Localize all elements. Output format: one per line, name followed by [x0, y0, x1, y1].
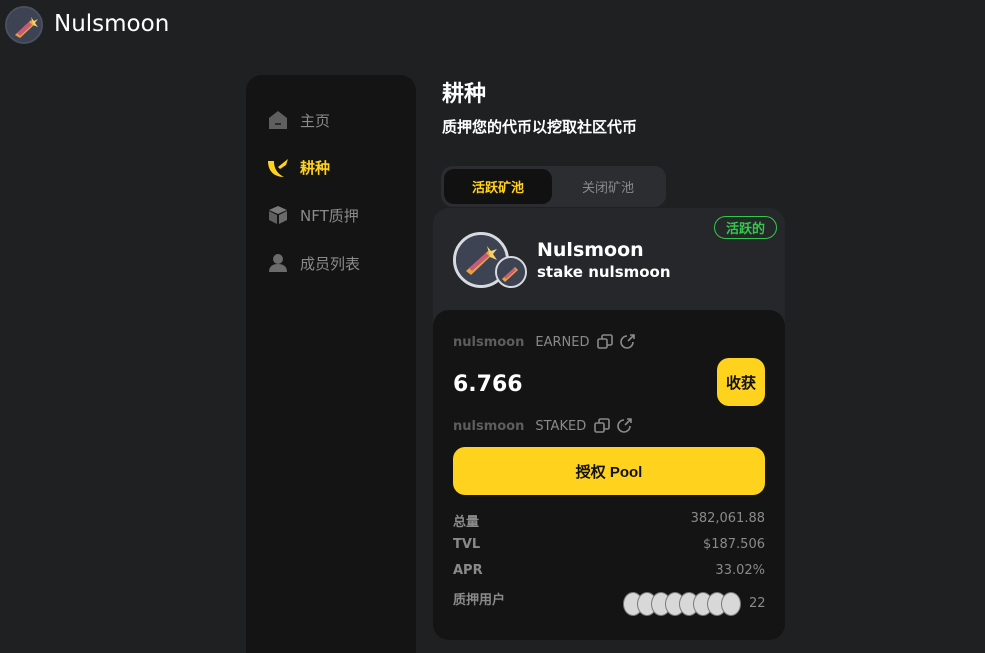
- stakers-count: 22: [749, 596, 766, 611]
- earned-row: nulsmoon EARNED: [453, 334, 641, 350]
- staker-avatar: [721, 592, 741, 616]
- sidebar-item-label: NFT质押: [300, 206, 359, 225]
- sidebar-item-home[interactable]: 主页: [266, 106, 330, 134]
- approve-pool-button[interactable]: 授权 Pool: [453, 447, 765, 495]
- status-badge: 活跃的: [713, 216, 777, 239]
- pool-description: stake nulsmoon: [537, 263, 671, 281]
- sidebar: 主页 耕种 NFT质押 成员列表: [246, 75, 416, 653]
- farm-icon: [266, 155, 290, 179]
- harvest-button[interactable]: 收获: [717, 358, 765, 406]
- member-icon: [266, 251, 290, 275]
- app-title: Nulsmoon: [54, 11, 170, 37]
- earned-token: nulsmoon: [453, 334, 525, 350]
- earned-label: EARNED: [535, 334, 590, 350]
- token-avatar: [495, 256, 527, 288]
- copy-icon[interactable]: [597, 334, 614, 350]
- sidebar-item-label: 成员列表: [300, 254, 361, 273]
- stat-tvl-label: TVL: [453, 537, 481, 552]
- staked-label: STAKED: [535, 418, 587, 434]
- page-title: 耕种: [442, 82, 487, 107]
- nft-box-icon: [266, 203, 290, 227]
- sidebar-item-farm[interactable]: 耕种: [266, 153, 330, 181]
- earned-value: 6.766: [453, 372, 523, 397]
- pool-details-panel: nulsmoon EARNED 6.766 收获 nulsmoon STAKED…: [433, 310, 785, 640]
- staked-token: nulsmoon: [453, 418, 525, 434]
- stat-total-label: 总量: [453, 515, 480, 530]
- nulsmoon-logo-icon[interactable]: [5, 6, 43, 44]
- stakers-label: 质押用户: [453, 593, 506, 608]
- pool-name: Nulsmoon: [537, 239, 644, 261]
- stat-apr-value: 33.02%: [715, 563, 765, 578]
- sidebar-item-members[interactable]: 成员列表: [266, 249, 360, 277]
- external-link-icon[interactable]: [616, 418, 633, 434]
- stat-tvl-value: $187.506: [702, 537, 765, 552]
- stakers-avatars[interactable]: 22: [623, 592, 766, 618]
- pool-tabs: 活跃矿池 关闭矿池: [441, 166, 666, 207]
- tab-closed-pools[interactable]: 关闭矿池: [554, 169, 662, 204]
- tab-active-pools[interactable]: 活跃矿池: [444, 169, 552, 204]
- home-icon: [266, 108, 290, 132]
- sidebar-item-label: 耕种: [300, 158, 331, 177]
- top-bar: Nulsmoon: [0, 0, 985, 52]
- external-link-icon[interactable]: [619, 334, 636, 350]
- sidebar-item-label: 主页: [300, 111, 331, 130]
- page-subtitle: 质押您的代币以挖取社区代币: [442, 118, 638, 136]
- sidebar-item-nft-staking[interactable]: NFT质押: [266, 201, 359, 229]
- pool-card: 活跃的 Nulsmoon stake nulsmoon nulsmoon EAR…: [433, 208, 785, 640]
- copy-icon[interactable]: [594, 418, 611, 434]
- staked-row: nulsmoon STAKED: [453, 418, 638, 434]
- stat-total-value: 382,061.88: [690, 511, 765, 526]
- stat-apr-label: APR: [453, 563, 483, 578]
